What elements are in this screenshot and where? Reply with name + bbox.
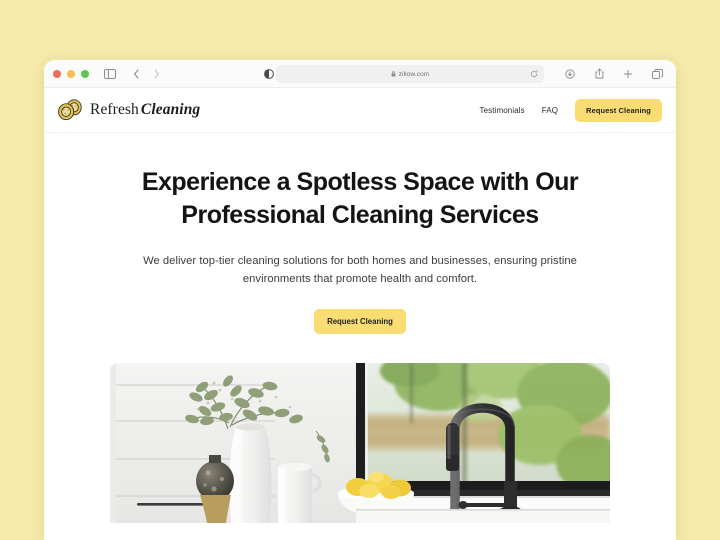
browser-window: zillow.com Refresh Cleaning Testimonials… bbox=[44, 60, 676, 540]
nav-link-testimonials[interactable]: Testimonials bbox=[480, 106, 525, 115]
plus-icon[interactable] bbox=[619, 65, 637, 83]
chevron-right-icon[interactable] bbox=[147, 65, 165, 83]
kitchen-photo bbox=[110, 362, 610, 523]
page-title: Experience a Spotless Space with Our Pro… bbox=[125, 166, 595, 233]
tab-overview-icon[interactable] bbox=[648, 65, 666, 83]
minimize-window-button[interactable] bbox=[67, 69, 75, 78]
hero-title-line-1: Experience a Spotless Space with Our bbox=[141, 168, 579, 196]
maximize-window-button[interactable] bbox=[81, 69, 89, 78]
share-icon[interactable] bbox=[590, 65, 608, 83]
close-window-button[interactable] bbox=[53, 69, 61, 78]
chevron-left-icon[interactable] bbox=[127, 65, 145, 83]
sidebar-icon[interactable] bbox=[101, 65, 119, 83]
brand-name: Refresh Cleaning bbox=[90, 101, 200, 119]
nav-link-faq[interactable]: FAQ bbox=[542, 106, 558, 115]
hero-title-line-2: Professional Cleaning Services bbox=[181, 201, 539, 230]
hero-section: Experience a Spotless Space with Our Pro… bbox=[44, 133, 676, 523]
header-request-cleaning-button[interactable]: Request Cleaning bbox=[575, 98, 662, 122]
hero-subtitle: We deliver top-tier cleaning solutions f… bbox=[115, 252, 605, 288]
reload-icon[interactable] bbox=[530, 70, 538, 78]
url-text: zillow.com bbox=[398, 70, 430, 78]
hero-subtitle-line-1: We deliver top-tier cleaning solutions f… bbox=[143, 254, 538, 267]
brand-word-two: Cleaning bbox=[140, 101, 201, 118]
brand-word-one: Refresh bbox=[90, 101, 139, 118]
brand-logo[interactable]: Refresh Cleaning bbox=[57, 98, 200, 123]
browser-toolbar: zillow.com bbox=[44, 60, 676, 88]
site-header: Refresh Cleaning Testimonials FAQ Request… bbox=[44, 88, 676, 133]
lock-icon bbox=[391, 71, 396, 77]
address-bar[interactable]: zillow.com bbox=[276, 65, 544, 83]
downloads-icon[interactable] bbox=[561, 65, 579, 83]
hero-image bbox=[110, 362, 610, 523]
sponge-logo-icon bbox=[58, 98, 82, 120]
toolbar-actions bbox=[561, 65, 666, 83]
hero-request-cleaning-button[interactable]: Request Cleaning bbox=[314, 308, 406, 334]
site-nav: Testimonials FAQ Request Cleaning bbox=[480, 98, 662, 122]
traffic-lights bbox=[53, 69, 89, 78]
